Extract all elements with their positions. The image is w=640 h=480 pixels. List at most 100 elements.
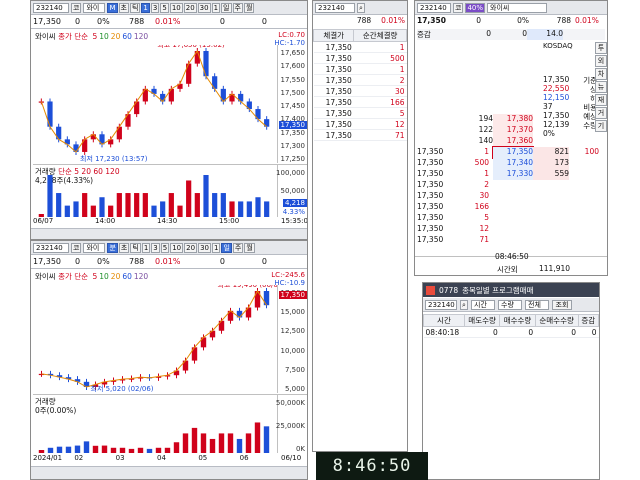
top-period-button-2[interactable]: 틱 bbox=[129, 2, 141, 13]
trades-header-0[interactable]: 체결가 bbox=[313, 29, 355, 42]
orderbook-left-trade-qty: 1 bbox=[484, 147, 489, 156]
orderbook-pct-badge: 40% bbox=[465, 2, 486, 13]
program-header-3[interactable]: 순매수수량 bbox=[534, 314, 579, 327]
bottom-period-button-6[interactable]: 10 bbox=[170, 242, 184, 253]
orderbook-vtab-2[interactable]: 차 bbox=[595, 68, 607, 80]
orderbook-info-value: 0% bbox=[543, 129, 555, 138]
top-time-axis: 06/07 14:00 14:30 15:00 15:35:00 bbox=[31, 217, 307, 227]
orderbook-bid-row[interactable]: 17,330 559 bbox=[493, 169, 601, 180]
top-period-button-8[interactable]: 30 bbox=[197, 2, 211, 13]
bottom-period-button-8[interactable]: 30 bbox=[198, 242, 211, 253]
bottom-vol-ticks-2: 0K bbox=[295, 445, 305, 453]
orderbook-vtab-6[interactable]: 기 bbox=[595, 120, 607, 132]
orderbook-change-label: 증감 bbox=[417, 30, 431, 39]
top-period-button-0[interactable]: M bbox=[107, 2, 118, 13]
program-qty-select[interactable]: 수량 bbox=[498, 299, 522, 310]
orderbook-change: 0 bbox=[476, 16, 481, 25]
bottom-stock-code-input[interactable]: 232140 bbox=[33, 242, 69, 253]
bottom-stock-name: 와이씨 bbox=[35, 272, 56, 281]
top-stock-code-input[interactable]: 232140 bbox=[33, 2, 69, 13]
program-all-select[interactable]: 전체 bbox=[525, 299, 549, 310]
bottom-period-button-4[interactable]: 3 bbox=[151, 242, 160, 253]
bottom-period-button-2[interactable]: 틱 bbox=[130, 242, 141, 253]
trades-code-input[interactable]: 232140 bbox=[315, 2, 355, 13]
program-header-0[interactable]: 시간 bbox=[423, 314, 465, 327]
bottom-period-button-3[interactable]: 1 bbox=[141, 242, 151, 253]
top-vol-ticks-1: 50,000 bbox=[280, 187, 306, 195]
top-price-chart[interactable]: 최고 17,650 (15:02) 최저 17,230 (13:57) bbox=[31, 45, 277, 163]
top-price-ticks-1: 17,600 bbox=[280, 62, 306, 71]
bottom-period-button-11[interactable]: 주 bbox=[232, 242, 244, 253]
bottom-period-button-9[interactable]: 1 bbox=[211, 242, 221, 253]
bottom-period-button-7[interactable]: 20 bbox=[184, 242, 198, 253]
orderbook-ask-row[interactable]: 194 17,380 bbox=[455, 114, 537, 125]
orderbook-vtab-5[interactable]: 거 bbox=[595, 107, 607, 119]
trades-price: 17,350 bbox=[313, 96, 354, 108]
top-time-label-4: 15:35:00 bbox=[281, 217, 308, 225]
bottom-ma-period-4: 120 bbox=[133, 272, 149, 281]
bottom-volume-chart[interactable] bbox=[31, 413, 277, 453]
orderbook-market-tab[interactable]: 코 bbox=[453, 2, 464, 13]
top-period-button-12[interactable]: 월 bbox=[243, 2, 255, 13]
orderbook-ask-row[interactable]: 122 17,370 bbox=[455, 125, 537, 136]
top-chart-scrollbar[interactable] bbox=[31, 228, 307, 239]
trades-price: 17,350 bbox=[313, 63, 354, 75]
trades-header-1[interactable]: 순간체결량 bbox=[353, 29, 407, 42]
orderbook-vtab-3[interactable]: 뉴 bbox=[595, 81, 607, 93]
bottom-volume-bar-4 bbox=[74, 445, 81, 453]
top-period-button-6[interactable]: 10 bbox=[169, 2, 183, 13]
program-header-1[interactable]: 매도수량 bbox=[463, 314, 501, 327]
bottom-period-button-10[interactable]: 일 bbox=[221, 242, 232, 253]
top-period-button-3[interactable]: 1 bbox=[141, 2, 150, 13]
program-code-input[interactable]: 232140 bbox=[425, 299, 457, 310]
top-volume-tag: 4,218 bbox=[282, 199, 307, 207]
bottom-stock-name-box[interactable]: 와이 bbox=[83, 242, 106, 253]
top-period-button-9[interactable]: 1 bbox=[211, 2, 221, 13]
top-period-button-4[interactable]: 3 bbox=[150, 2, 160, 13]
top-market-tab[interactable]: 코 bbox=[71, 2, 82, 13]
bottom-volume-bar-0 bbox=[38, 450, 45, 453]
program-search-icon[interactable]: ⌕ bbox=[460, 299, 468, 310]
orderbook-code-input[interactable]: 232140 bbox=[417, 2, 451, 13]
bottom-period-button-1[interactable]: 초 bbox=[118, 242, 130, 253]
bottom-period-button-5[interactable]: 5 bbox=[160, 242, 170, 253]
top-time-label-3: 15:00 bbox=[219, 217, 240, 225]
top-stock-name-box[interactable]: 와이 bbox=[83, 2, 106, 13]
program-header-2[interactable]: 매수수량 bbox=[499, 314, 536, 327]
bottom-val2: 0 bbox=[261, 257, 267, 266]
orderbook-vtab-4[interactable]: 재 bbox=[595, 94, 607, 106]
top-period-button-7[interactable]: 20 bbox=[183, 2, 197, 13]
bottom-val1: 0 bbox=[219, 257, 225, 266]
top-period-button-5[interactable]: 5 bbox=[160, 2, 169, 13]
trades-row: 17,350 166 bbox=[313, 96, 407, 108]
top-period-button-10[interactable]: 일 bbox=[221, 2, 232, 13]
bottom-chart-scrollbar[interactable] bbox=[31, 466, 307, 479]
bottom-period-button-12[interactable]: 월 bbox=[244, 242, 255, 253]
program-query-button[interactable]: 조회 bbox=[552, 299, 572, 310]
bottom-price-chart[interactable]: 최고 19,490 (06/05) 최저 5,020 (02/06) bbox=[31, 285, 277, 393]
orderbook-vtab-0[interactable]: 투 bbox=[595, 42, 607, 54]
orderbook-stock-name[interactable]: 와이씨 bbox=[487, 2, 548, 13]
program-header-4[interactable]: 증감 bbox=[577, 314, 599, 327]
trades-search-icon[interactable]: ⌕ bbox=[357, 2, 365, 13]
program-time-select[interactable]: 시간 bbox=[471, 299, 495, 310]
orderbook-bid-row[interactable]: 17,340 173 bbox=[493, 158, 601, 169]
bottom-time-label-6: 06/10 bbox=[281, 454, 302, 462]
top-volume-chart[interactable] bbox=[31, 173, 277, 217]
orderbook-left-trade-qty: 30 bbox=[479, 191, 489, 200]
bottom-market-tab[interactable]: 코 bbox=[71, 242, 82, 253]
trades-volume: 788 bbox=[356, 16, 372, 25]
top-period-button-1[interactable]: 초 bbox=[118, 2, 129, 13]
top-volume-bar-4 bbox=[73, 201, 79, 217]
top-period-button-11[interactable]: 주 bbox=[232, 2, 243, 13]
top-volume-bar-7 bbox=[99, 197, 105, 217]
bottom-period-button-0[interactable]: 분 bbox=[107, 242, 118, 253]
orderbook-vtab-1[interactable]: 외 bbox=[595, 55, 607, 67]
top-lc-label: LC:0.70 bbox=[278, 31, 305, 39]
orderbook-left-trade-row: 17,350 500 bbox=[417, 158, 489, 169]
orderbook-left-trade-price: 17,350 bbox=[417, 202, 444, 211]
top-price-ticks-3: 17,500 bbox=[280, 88, 306, 97]
orderbook-bid-row[interactable]: 17,350 821 100 bbox=[492, 146, 601, 159]
orderbook-ask-row[interactable]: 140 17,360 bbox=[455, 136, 537, 147]
trades-price: 17,350 bbox=[313, 129, 354, 141]
